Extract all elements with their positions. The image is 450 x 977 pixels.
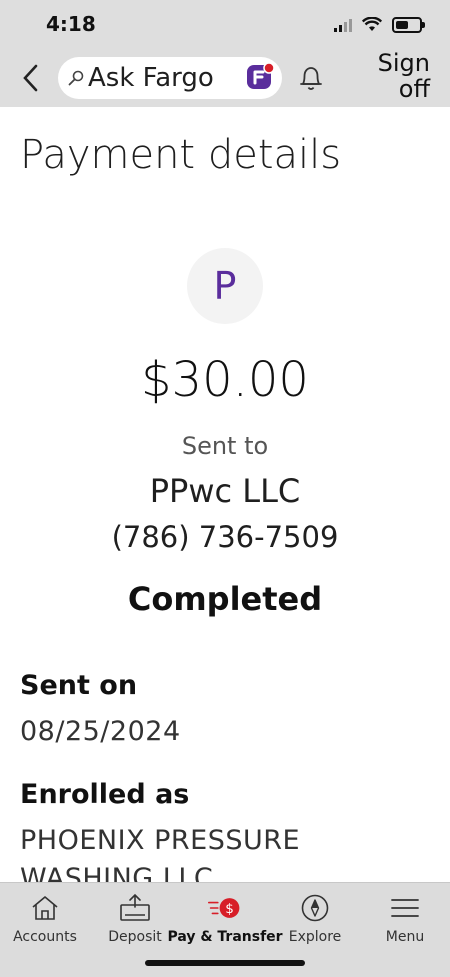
notifications-bell-icon[interactable] — [298, 63, 324, 93]
sent-on-label: Sent on — [20, 670, 138, 701]
payee-name: PPwc LLC — [149, 472, 301, 510]
sign-off-label-line1: Sign — [377, 49, 430, 77]
sent-on-value: 08/25/2024 — [20, 716, 181, 747]
nav-accounts-label: Accounts — [13, 929, 77, 945]
nav-pay-transfer-label: Pay & Transfer — [167, 929, 283, 945]
page-title: Payment details — [20, 132, 342, 178]
payee-phone: (786) 736-7509 — [111, 520, 339, 554]
nav-explore-label: Explore — [288, 929, 342, 945]
nav-menu[interactable]: Menu — [360, 891, 450, 945]
sent-to-label: Sent to — [181, 432, 269, 460]
wifi-icon — [362, 17, 382, 31]
search-icon — [68, 70, 84, 86]
status-icons — [334, 14, 425, 36]
enrolled-as-value: PHOENIX PRESSURE WASHING LLC — [20, 825, 301, 882]
payment-status: Completed — [127, 580, 323, 618]
ask-fargo-search[interactable]: Ask Fargo — [58, 57, 282, 99]
nav-accounts[interactable]: Accounts — [0, 891, 90, 945]
search-label: Ask Fargo — [88, 63, 214, 93]
menu-icon — [391, 899, 419, 917]
back-button[interactable] — [16, 60, 44, 96]
svg-text:$: $ — [225, 901, 234, 917]
status-time: 4:18 — [46, 12, 96, 36]
nav-explore[interactable]: Explore — [270, 891, 360, 945]
pay-transfer-icon: $ — [207, 898, 240, 918]
payment-amount: $30.00 — [141, 352, 309, 408]
battery-icon — [392, 17, 425, 33]
sign-off-label-line2: off — [398, 75, 430, 103]
sign-off-button[interactable]: Sign off — [378, 50, 430, 102]
nav-deposit-label: Deposit — [108, 929, 162, 945]
home-indicator — [145, 960, 305, 966]
deposit-icon — [120, 893, 150, 921]
fargo-assistant-logo-icon — [247, 62, 275, 89]
chevron-left-icon — [23, 64, 38, 92]
payment-details-content: Payment details P $30.00 Sent to PPwc LL… — [0, 107, 450, 882]
nav-menu-label: Menu — [385, 929, 425, 945]
cellular-signal-icon — [334, 18, 352, 32]
payee-avatar: P — [187, 248, 263, 324]
home-icon — [32, 896, 58, 920]
top-bar: 4:18 Ask Fargo Sign off — [0, 0, 450, 107]
nav-pay-transfer[interactable]: $ Pay & Transfer — [167, 891, 283, 945]
compass-icon — [301, 894, 329, 922]
enrolled-as-label: Enrolled as — [20, 779, 190, 810]
